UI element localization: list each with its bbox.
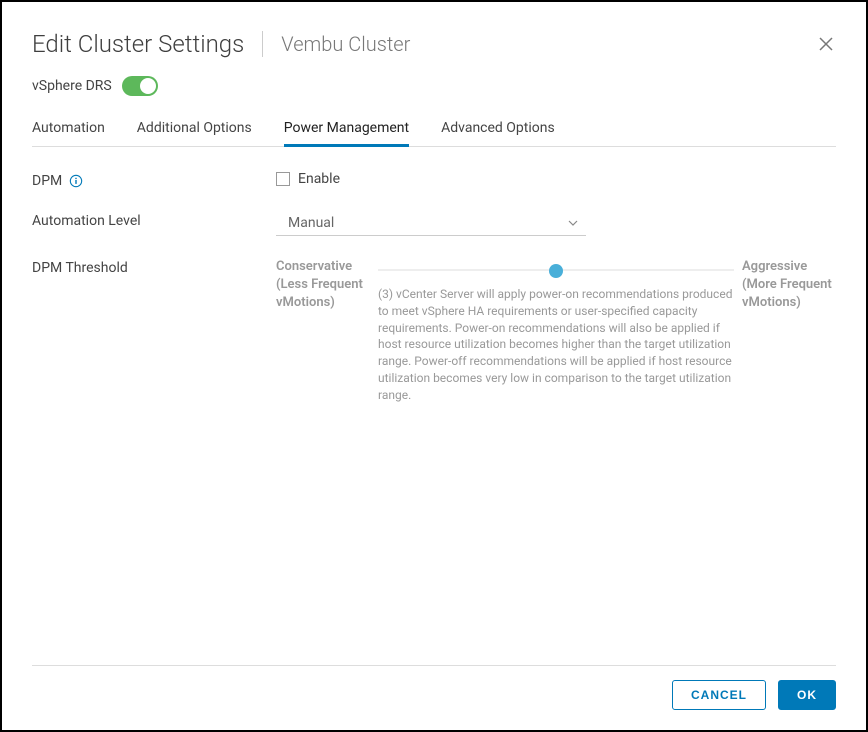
automation-level-value: Manual [288,215,334,231]
automation-level-label: Automation Level [32,213,141,229]
threshold-slider[interactable] [378,262,734,278]
threshold-right-label: Aggressive (More Frequent vMotions) [742,258,836,404]
dpm-label: DPM [32,173,62,189]
tabs: Automation Additional Options Power Mana… [32,112,836,147]
dpm-enable-label: Enable [298,171,340,187]
dialog-edit-cluster-settings: Edit Cluster Settings Vembu Cluster vSph… [2,2,866,730]
dialog-footer: CANCEL OK [32,665,836,710]
tab-automation[interactable]: Automation [32,112,105,147]
dialog-title: Edit Cluster Settings [32,30,244,58]
vsphere-drs-toggle[interactable] [122,76,158,96]
threshold-left-label: Conservative (Less Frequent vMotions) [276,258,370,404]
tab-advanced-options[interactable]: Advanced Options [441,112,555,147]
info-icon[interactable] [68,173,84,189]
dpm-threshold-row: DPM Threshold Conservative (Less Frequen… [32,258,836,404]
dpm-threshold-label: DPM Threshold [32,260,128,276]
dialog-header: Edit Cluster Settings Vembu Cluster [32,30,836,58]
slider-thumb[interactable] [549,264,563,278]
vsphere-drs-label: vSphere DRS [32,78,112,94]
tab-additional-options[interactable]: Additional Options [137,112,252,147]
vsphere-drs-row: vSphere DRS [32,76,836,96]
title-divider [262,31,263,57]
automation-level-row: Automation Level Manual [32,211,836,236]
chevron-down-icon [568,218,578,228]
threshold-description: (3) vCenter Server will apply power-on r… [378,286,734,404]
automation-level-select[interactable]: Manual [276,211,586,236]
close-button[interactable] [816,34,836,54]
tab-power-management[interactable]: Power Management [284,112,409,147]
dpm-enable-group: Enable [276,171,836,187]
close-icon [819,37,833,51]
dpm-enable-checkbox[interactable] [276,172,290,186]
dpm-label-group: DPM [32,171,276,189]
ok-button[interactable]: OK [778,680,836,710]
cancel-button[interactable]: CANCEL [672,680,766,710]
dpm-row: DPM Enable [32,171,836,189]
dialog-subtitle: Vembu Cluster [281,32,410,56]
